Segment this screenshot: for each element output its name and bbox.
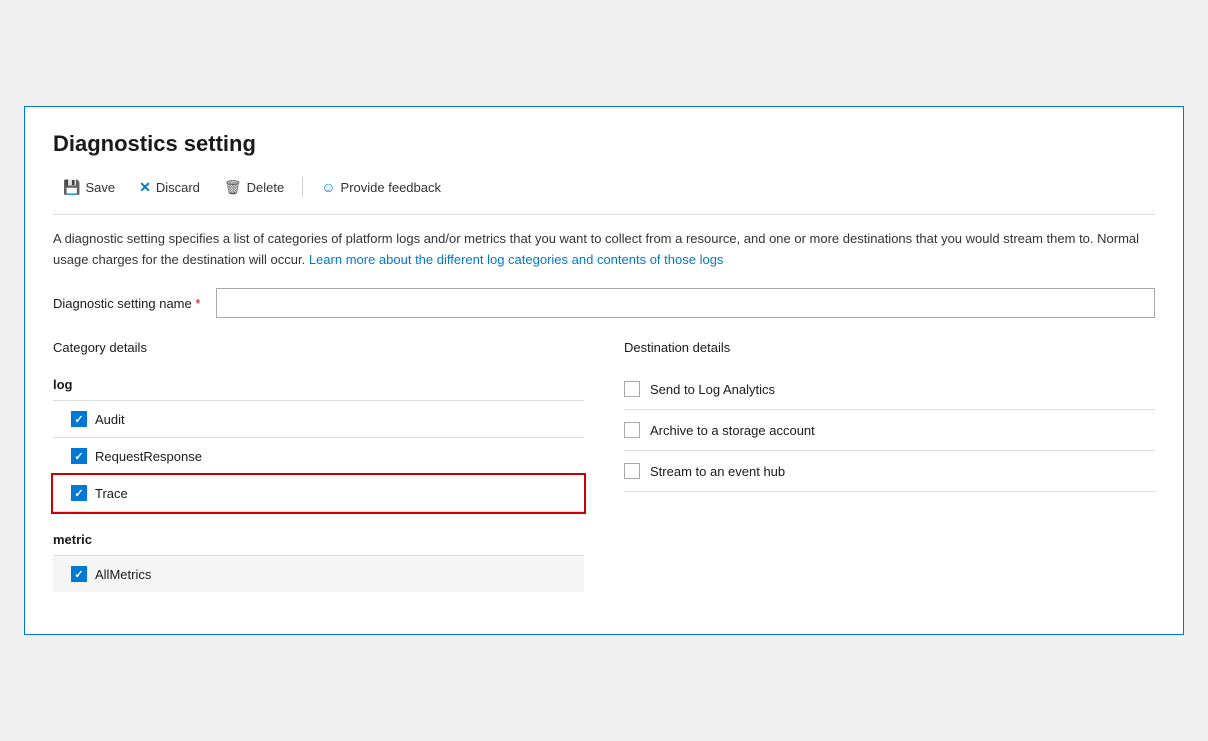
trace-label: Trace — [95, 486, 128, 501]
all-metrics-item: AllMetrics — [53, 556, 584, 592]
save-icon: 💾 — [63, 179, 80, 196]
save-button[interactable]: 💾 Save — [53, 175, 125, 200]
archive-storage-label: Archive to a storage account — [650, 423, 815, 438]
archive-storage-checkbox[interactable] — [624, 422, 640, 438]
audit-label: Audit — [95, 412, 125, 427]
page-container: Diagnostics setting 💾 Save ✕ Discard 🗑 D… — [24, 106, 1184, 636]
learn-more-link[interactable]: Learn more about the different log categ… — [309, 252, 724, 267]
all-metrics-checkbox[interactable] — [71, 566, 87, 582]
destination-details-panel: Destination details Send to Log Analytic… — [624, 340, 1155, 602]
audit-item: Audit — [53, 401, 584, 438]
feedback-icon: ☺ — [321, 179, 335, 195]
stream-event-hub-checkbox[interactable] — [624, 463, 640, 479]
form-row: Diagnostic setting name * — [53, 288, 1155, 318]
delete-icon: 🗑 — [224, 179, 242, 196]
log-category-section: log Audit RequestResponse Trace — [53, 369, 584, 512]
name-label: Diagnostic setting name * — [53, 296, 200, 311]
metric-category-section: metric AllMetrics — [53, 522, 584, 592]
send-to-log-analytics-item: Send to Log Analytics — [624, 369, 1155, 410]
request-response-item: RequestResponse — [53, 438, 584, 475]
delete-button[interactable]: 🗑 Delete — [214, 175, 294, 200]
category-details-panel: Category details log Audit RequestRespon… — [53, 340, 584, 602]
archive-storage-item: Archive to a storage account — [624, 410, 1155, 451]
log-analytics-label: Send to Log Analytics — [650, 382, 775, 397]
page-title: Diagnostics setting — [53, 131, 1155, 157]
description-text: A diagnostic setting specifies a list of… — [53, 229, 1155, 271]
all-metrics-label: AllMetrics — [95, 567, 151, 582]
log-group-label: log — [53, 369, 584, 401]
metric-group-label: metric — [53, 522, 584, 556]
stream-event-hub-label: Stream to an event hub — [650, 464, 785, 479]
diagnostic-name-input[interactable] — [216, 288, 1155, 318]
request-response-checkbox[interactable] — [71, 448, 87, 464]
discard-icon: ✕ — [139, 179, 151, 196]
two-column-layout: Category details log Audit RequestRespon… — [53, 340, 1155, 602]
required-indicator: * — [195, 296, 200, 311]
log-analytics-checkbox[interactable] — [624, 381, 640, 397]
discard-button[interactable]: ✕ Discard — [129, 175, 210, 200]
toolbar-divider — [302, 177, 303, 197]
stream-event-hub-item: Stream to an event hub — [624, 451, 1155, 492]
destination-details-label: Destination details — [624, 340, 1155, 355]
trace-item: Trace — [53, 475, 584, 512]
trace-checkbox[interactable] — [71, 485, 87, 501]
request-response-label: RequestResponse — [95, 449, 202, 464]
toolbar: 💾 Save ✕ Discard 🗑 Delete ☺ Provide feed… — [53, 175, 1155, 215]
feedback-button[interactable]: ☺ Provide feedback — [311, 175, 451, 199]
audit-checkbox[interactable] — [71, 411, 87, 427]
category-details-label: Category details — [53, 340, 584, 355]
